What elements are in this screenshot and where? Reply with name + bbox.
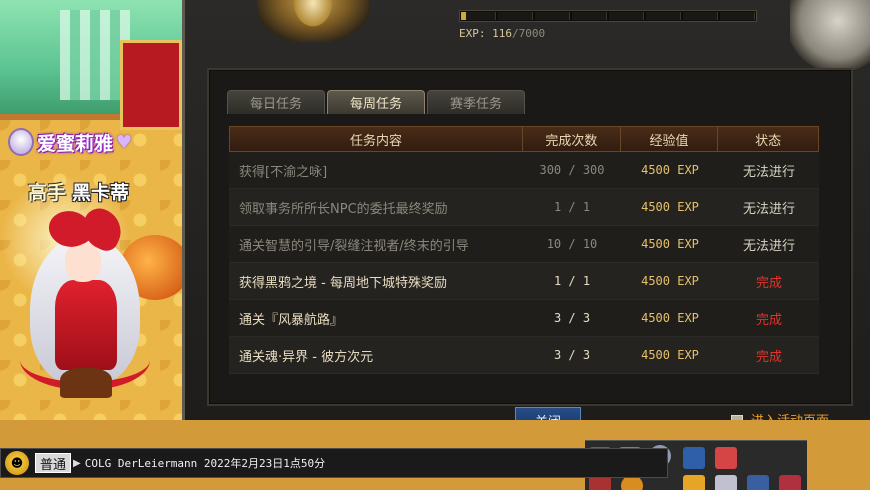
task-name: 通关魂·异界 - 彼方次元 — [239, 349, 374, 365]
task-count: 3 / 3 — [553, 311, 591, 325]
task-status: 完成 — [755, 312, 782, 328]
compass-decoration — [790, 0, 870, 70]
header-exp: 经验值 — [621, 127, 719, 151]
quick-slot-icon[interactable] — [683, 447, 705, 469]
header-status: 状态 — [755, 133, 782, 149]
table-row[interactable]: 通关『风暴航路』 3 / 3 4500 EXP 完成 — [229, 300, 819, 337]
exp-max: /7000 — [512, 27, 546, 40]
task-exp: 4500 EXP — [641, 311, 699, 325]
heart-icon: ♥ — [116, 131, 133, 153]
emblem-decoration — [257, 0, 369, 42]
table-header: 任务内容 完成次数 经验值 状态 — [229, 126, 819, 152]
task-name: 领取事务所所长NPC的委托最终奖励 — [239, 201, 448, 217]
table-row[interactable]: 获得黑鸦之境 - 每周地下城特殊奖励 1 / 1 4500 EXP 完成 — [229, 263, 819, 300]
guild-name: 爱蜜莉雅 — [37, 132, 114, 155]
player-nickname: 黑卡蒂 — [72, 182, 130, 204]
chat-input-bar[interactable]: ☻ 普通 ▶ COLG DerLeiermann 2022年2月23日1点50分 — [0, 448, 668, 478]
guild-emblem-icon — [8, 128, 34, 156]
task-name: 通关智慧的引导/裂缝注视者/终末的引导 — [239, 238, 469, 254]
quick-slot-icon[interactable] — [715, 447, 737, 469]
emblem-core — [291, 0, 335, 30]
table-row[interactable]: 通关魂·异界 - 彼方次元 3 / 3 4500 EXP 完成 — [229, 337, 819, 374]
player-character[interactable] — [20, 203, 150, 410]
task-count: 1 / 1 — [553, 274, 591, 288]
table-row[interactable]: 获得[不渝之咏] 300 / 300 4500 EXP 无法进行 — [229, 152, 819, 189]
chat-input[interactable]: COLG DerLeiermann 2022年2月23日1点50分 — [85, 455, 325, 471]
background-banner — [120, 40, 182, 130]
table-body: 获得[不渝之咏] 300 / 300 4500 EXP 无法进行 领取事务所所长… — [229, 152, 819, 374]
quest-table: 任务内容 完成次数 经验值 状态 获得[不渝之咏] 300 / 300 4500… — [229, 126, 819, 374]
quest-panel: 每日任务 每周任务 赛季任务 任务内容 完成次数 经验值 状态 获得[不渝之咏]… — [207, 68, 853, 406]
guild-nameplate: 爱蜜莉雅 ♥ — [8, 128, 132, 156]
character-face — [65, 242, 101, 282]
weekly-quest-window: EXP: 116/7000 每日任务 每周任务 赛季任务 任务内容 完成次数 经… — [182, 0, 870, 440]
exp-readout: EXP: 116/7000 — [459, 27, 545, 40]
exp-label: EXP: — [459, 27, 486, 40]
task-status: 完成 — [755, 275, 782, 291]
table-row[interactable]: 领取事务所所长NPC的委托最终奖励 1 / 1 4500 EXP 无法进行 — [229, 189, 819, 226]
task-exp: 4500 EXP — [641, 163, 699, 177]
quick-slot-icon[interactable] — [715, 475, 737, 490]
table-row[interactable]: 通关智慧的引导/裂缝注视者/终末的引导 10 / 10 4500 EXP 无法进… — [229, 226, 819, 263]
task-name: 获得[不渝之咏] — [239, 164, 328, 180]
task-exp: 4500 EXP — [641, 348, 699, 362]
header-count: 完成次数 — [523, 127, 621, 151]
task-exp: 4500 EXP — [641, 200, 699, 214]
channel-arrow-icon[interactable]: ▶ — [73, 458, 81, 469]
quest-tabs: 每日任务 每周任务 赛季任务 — [227, 90, 525, 114]
task-count: 1 / 1 — [553, 200, 591, 214]
tab-daily[interactable]: 每日任务 — [227, 90, 325, 114]
character-boots — [60, 368, 112, 398]
exp-progress-fill — [461, 12, 466, 20]
tab-season[interactable]: 赛季任务 — [427, 90, 525, 114]
quick-slot-icon[interactable] — [747, 475, 769, 490]
task-name: 通关『风暴航路』 — [239, 312, 344, 328]
task-name: 获得黑鸦之境 - 每周地下城特殊奖励 — [239, 275, 447, 291]
task-status: 无法进行 — [742, 164, 795, 180]
task-count: 10 / 10 — [546, 237, 598, 251]
task-count: 300 / 300 — [539, 163, 605, 177]
player-nameplate: 高手 黑卡蒂 — [28, 178, 129, 205]
task-status: 完成 — [755, 349, 782, 365]
task-exp: 4500 EXP — [641, 274, 699, 288]
chat-channel-select[interactable]: 普通 — [35, 453, 72, 473]
quick-slot-icon[interactable] — [683, 475, 705, 490]
exp-progress-bar — [459, 10, 757, 22]
background-corner — [807, 440, 870, 490]
emoji-icon[interactable]: ☻ — [5, 451, 29, 475]
task-status: 无法进行 — [742, 201, 795, 217]
exp-current: 116 — [492, 27, 512, 40]
character-dress — [55, 280, 117, 370]
player-rank: 高手 — [28, 182, 67, 204]
task-count: 3 / 3 — [553, 348, 591, 362]
quick-slot-icon[interactable] — [779, 475, 801, 490]
task-status: 无法进行 — [742, 238, 795, 254]
task-exp: 4500 EXP — [641, 237, 699, 251]
tab-weekly[interactable]: 每周任务 — [327, 90, 425, 114]
header-task: 任务内容 — [230, 127, 523, 151]
